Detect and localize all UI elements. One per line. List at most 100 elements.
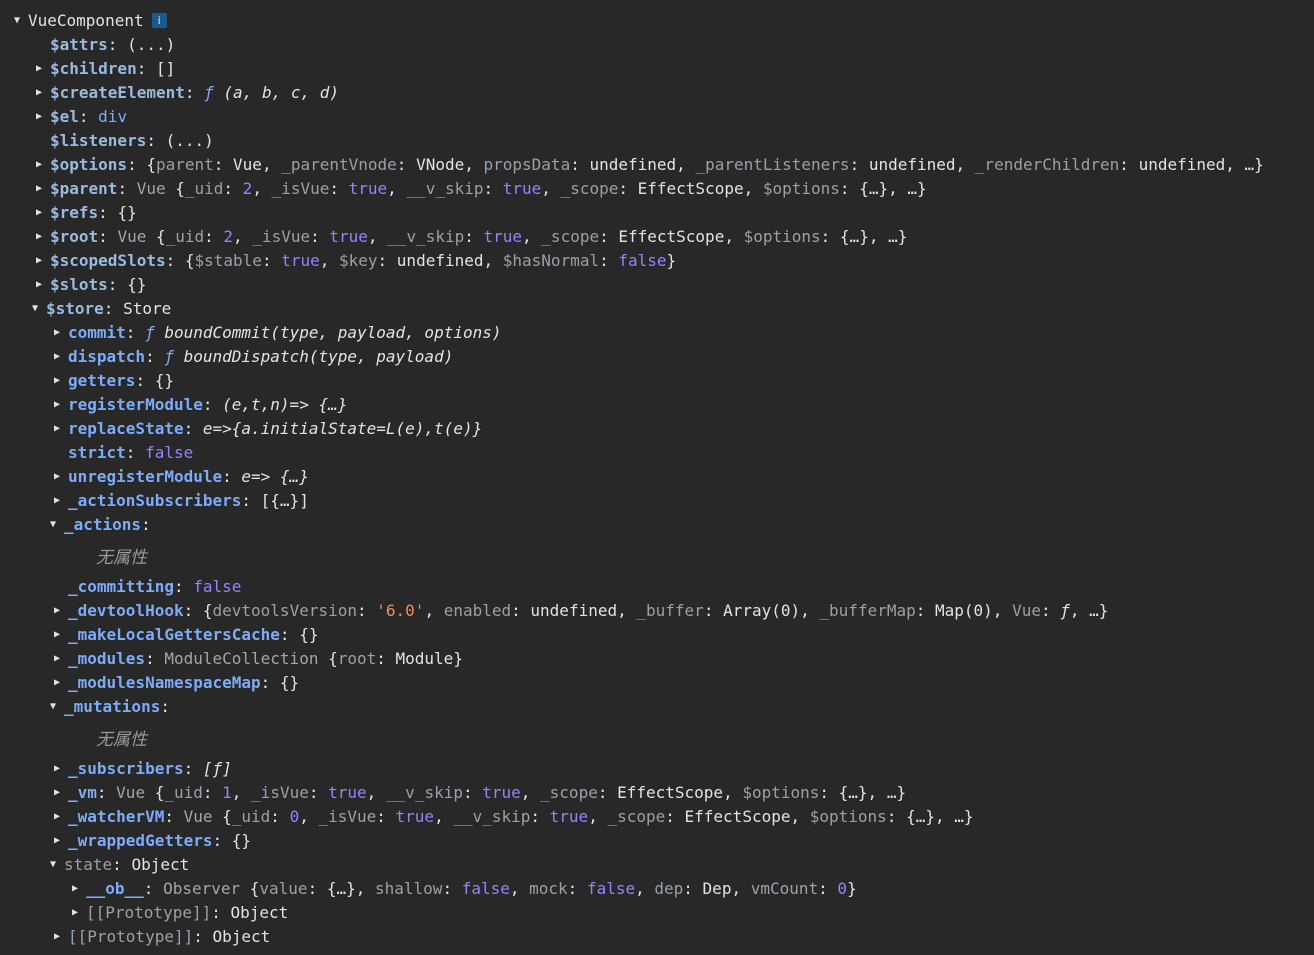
prop-key: unregisterModule [68, 466, 223, 486]
prop-value: ModuleCollection {root: Module} [164, 648, 463, 668]
collapse-triangle-icon[interactable]: ▶ [50, 493, 64, 507]
collapse-triangle-icon[interactable]: ▶ [50, 627, 64, 641]
prop-value[interactable]: (...) [127, 35, 175, 54]
collapse-triangle-icon[interactable]: ▶ [32, 277, 46, 291]
collapse-triangle-icon[interactable]: ▶ [68, 881, 82, 895]
prop-makelocalgetterscache[interactable]: ▶ _makeLocalGettersCache: {} [0, 622, 1314, 646]
function-icon: ƒ [145, 322, 155, 342]
prop-value: e=>{a.initialState=L(e),t(e)} [202, 418, 483, 438]
collapse-triangle-icon[interactable]: ▶ [32, 157, 46, 171]
prop-children[interactable]: ▶ $children: [] [0, 56, 1314, 80]
collapse-triangle-icon[interactable]: ▶ [50, 651, 64, 665]
collapse-triangle-icon[interactable]: ▶ [50, 785, 64, 799]
prop-unregistermodule[interactable]: ▶ unregisterModule: e=> {…} [0, 464, 1314, 488]
collapse-triangle-icon[interactable]: ▶ [50, 421, 64, 435]
prop-key: $slots [50, 274, 108, 294]
info-icon[interactable]: i [151, 12, 167, 28]
prop-key: _mutations [64, 696, 161, 716]
prop-key: $parent [50, 178, 118, 198]
prop-key: state [64, 854, 113, 874]
collapse-triangle-icon[interactable]: ▶ [50, 929, 64, 943]
prop-vm[interactable]: ▶ _vm: Vue {_uid: 1, _isVue: true, __v_s… [0, 780, 1314, 804]
collapse-triangle-icon[interactable]: ▶ [50, 373, 64, 387]
expand-triangle-icon[interactable]: ▼ [28, 301, 42, 315]
prop-value: {} [279, 672, 300, 692]
prop-root[interactable]: ▶ $root: Vue {_uid: 2, _isVue: true, __v… [0, 224, 1314, 248]
collapse-triangle-icon[interactable]: ▶ [50, 325, 64, 339]
prop-key: commit [68, 322, 126, 342]
prop-modules[interactable]: ▶ _modules: ModuleCollection {root: Modu… [0, 646, 1314, 670]
prop-value: {parent: Vue, _parentVnode: VNode, props… [146, 154, 1264, 174]
expand-triangle-icon[interactable]: ▼ [46, 857, 60, 871]
prop-value: {} [299, 624, 319, 644]
prop-value: Object [212, 926, 271, 946]
expand-triangle-icon[interactable]: ▼ [46, 517, 60, 531]
prop-dispatch[interactable]: ▶ dispatch: ƒ boundDispatch(type, payloa… [0, 344, 1314, 368]
no-properties-label: 无属性 [96, 547, 147, 568]
prop-state-prototype[interactable]: ▶ [[Prototype]]: Object [0, 900, 1314, 924]
collapse-triangle-icon[interactable]: ▶ [32, 253, 46, 267]
collapse-triangle-icon[interactable]: ▶ [32, 229, 46, 243]
prop-value: Vue {_uid: 2, _isVue: true, __v_skip: tr… [117, 226, 908, 246]
prop-value[interactable]: (...) [166, 131, 214, 150]
collapse-triangle-icon[interactable]: ▶ [32, 205, 46, 219]
prop-watchervm[interactable]: ▶ _watcherVM: Vue {_uid: 0, _isVue: true… [0, 804, 1314, 828]
collapse-triangle-icon[interactable]: ▶ [68, 905, 82, 919]
collapse-triangle-icon[interactable]: ▶ [50, 603, 64, 617]
prop-registermodule[interactable]: ▶ registerModule: (e,t,n)=> {…} [0, 392, 1314, 416]
collapse-triangle-icon[interactable]: ▶ [32, 85, 46, 99]
prop-refs[interactable]: ▶ $refs: {} [0, 200, 1314, 224]
prop-value: (e,t,n)=> {…} [222, 394, 348, 414]
prop-devtoolhook[interactable]: ▶ _devtoolHook: {devtoolsVersion: '6.0',… [0, 598, 1314, 622]
collapse-triangle-icon[interactable]: ▶ [32, 181, 46, 195]
prop-key: _vm [68, 782, 97, 802]
prop-listeners[interactable]: $listeners: (...) [0, 128, 1314, 152]
prop-slots[interactable]: ▶ $slots: {} [0, 272, 1314, 296]
prop-value: {} [154, 370, 174, 390]
object-tree: ▼ VueComponent i $attrs: (...) ▶ $childr… [0, 0, 1314, 948]
prop-key: dispatch [68, 346, 146, 366]
prop-parent[interactable]: ▶ $parent: Vue {_uid: 2, _isVue: true, _… [0, 176, 1314, 200]
collapse-triangle-icon[interactable]: ▶ [32, 61, 46, 75]
prop-state[interactable]: ▼ state: Object [0, 852, 1314, 876]
prop-scopedslots[interactable]: ▶ $scopedSlots: {$stable: true, $key: un… [0, 248, 1314, 272]
prop-mutations[interactable]: ▼ _mutations: [0, 694, 1314, 718]
prop-strict: strict: false [68, 442, 194, 462]
prop-value: e=> {…} [241, 466, 309, 486]
collapse-triangle-icon[interactable]: ▶ [32, 109, 46, 123]
collapse-triangle-icon[interactable]: ▶ [50, 675, 64, 689]
prop-value: [{…}] [260, 490, 309, 510]
collapse-triangle-icon[interactable]: ▶ [50, 349, 64, 363]
prop-el[interactable]: ▶ $el: div [0, 104, 1314, 128]
expand-triangle-icon[interactable]: ▼ [46, 699, 60, 713]
prop-value: {devtoolsVersion: '6.0', enabled: undefi… [202, 600, 1109, 620]
prop-getters[interactable]: ▶ getters: {} [0, 368, 1314, 392]
prop-modulesnamespacemap[interactable]: ▶ _modulesNamespaceMap: {} [0, 670, 1314, 694]
collapse-triangle-icon[interactable]: ▶ [50, 469, 64, 483]
prop-key: registerModule [68, 394, 203, 414]
prop-actionsubscribers[interactable]: ▶ _actionSubscribers: [{…}] [0, 488, 1314, 512]
prop-subscribers[interactable]: ▶ _subscribers: [ƒ] [0, 756, 1314, 780]
collapse-triangle-icon[interactable]: ▶ [50, 397, 64, 411]
prop-attrs[interactable]: $attrs: (...) [0, 32, 1314, 56]
prop-options[interactable]: ▶ $options: {parent: Vue, _parentVnode: … [0, 152, 1314, 176]
collapse-triangle-icon[interactable]: ▶ [50, 833, 64, 847]
prop-store-prototype[interactable]: ▶ [[Prototype]]: Object [0, 924, 1314, 948]
prop-createelement[interactable]: ▶ $createElement: ƒ (a, b, c, d) [0, 80, 1314, 104]
prop-value: [] [155, 58, 176, 78]
prop-wrappedgetters[interactable]: ▶ _wrappedGetters: {} [0, 828, 1314, 852]
prop-actions[interactable]: ▼ _actions: [0, 512, 1314, 536]
prop-ob[interactable]: ▶ __ob__: Observer {value: {…}, shallow:… [0, 876, 1314, 900]
prop-key: _subscribers [68, 758, 184, 778]
expand-triangle-icon[interactable]: ▼ [10, 13, 24, 27]
prop-key: __ob__ [86, 878, 144, 898]
prop-commit[interactable]: ▶ commit: ƒ boundCommit(type, payload, o… [0, 320, 1314, 344]
collapse-triangle-icon[interactable]: ▶ [50, 809, 64, 823]
prop-key: $attrs [50, 34, 108, 54]
root-node[interactable]: ▼ VueComponent i [0, 8, 1314, 32]
prop-store[interactable]: ▼ $store: Store [0, 296, 1314, 320]
collapse-triangle-icon[interactable]: ▶ [50, 761, 64, 775]
prop-replacestate[interactable]: ▶ replaceState: e=>{a.initialState=L(e),… [0, 416, 1314, 440]
function-icon: ƒ [204, 82, 214, 102]
prop-key: _actions [64, 514, 142, 534]
